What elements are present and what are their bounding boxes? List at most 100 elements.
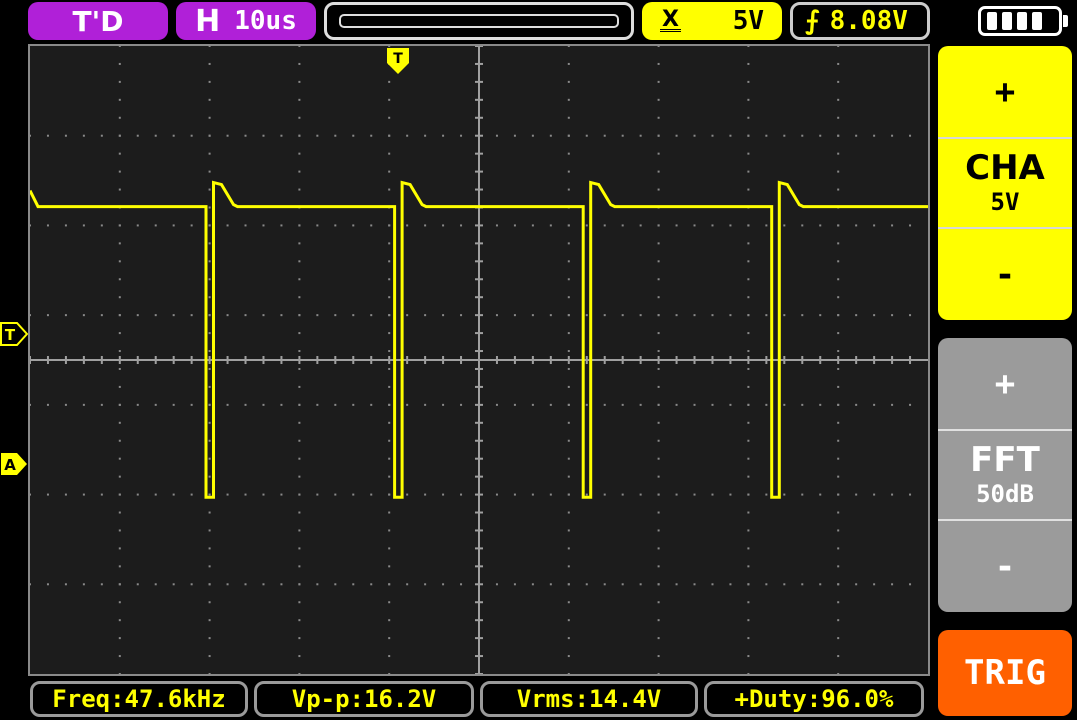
grid-dot	[388, 296, 391, 299]
grid-dot	[460, 403, 463, 406]
grid-dot	[46, 134, 49, 137]
grid-dot	[693, 493, 696, 496]
grid-dot	[837, 314, 840, 317]
grid-dot	[657, 565, 660, 568]
channel-scale-indicator[interactable]: X 5V	[642, 2, 782, 40]
grid-dot	[567, 152, 570, 155]
grid-dot	[208, 332, 211, 335]
grid-dot	[783, 134, 786, 137]
grid-dot	[226, 403, 229, 406]
grid-dot	[118, 332, 121, 335]
grid-dot	[837, 260, 840, 263]
trig-button-label: TRIG	[964, 653, 1046, 693]
grid-dot	[298, 62, 301, 65]
grid-dot	[190, 583, 193, 586]
grid-dot	[837, 152, 840, 155]
channel-a-label-block[interactable]: CHA 5V	[938, 137, 1072, 229]
grid-dot	[352, 314, 355, 317]
duty-measurement[interactable]: +Duty:96.0%	[704, 681, 924, 717]
grid-dot	[567, 134, 570, 137]
grid-dot	[64, 493, 67, 496]
channel-scale-up-button[interactable]: +	[938, 46, 1072, 137]
trigger-mode-indicator[interactable]: T'D	[28, 2, 168, 40]
frequency-value: Freq:47.6kHz	[52, 685, 226, 713]
grid-dot	[621, 314, 624, 317]
grid-dot	[585, 493, 588, 496]
grid-dot	[747, 134, 750, 137]
grid-dot	[837, 80, 840, 83]
duty-value: +Duty:96.0%	[734, 685, 894, 713]
grid-dot	[298, 80, 301, 83]
grid-dot	[118, 98, 121, 101]
grid-dot	[370, 134, 373, 137]
grid-dot	[675, 403, 678, 406]
timebase-indicator[interactable]: H 10us	[176, 2, 316, 40]
grid-dot	[567, 170, 570, 173]
channel-coupling-icon: X	[660, 6, 681, 32]
grid-dot	[729, 583, 732, 586]
grid-dot	[388, 260, 391, 263]
grid-dot	[460, 224, 463, 227]
trigger-time-marker[interactable]: T	[386, 47, 410, 75]
grid-dot	[280, 314, 283, 317]
grid-dot	[82, 134, 85, 137]
grid-dot	[334, 134, 337, 137]
grid-dot	[118, 421, 121, 424]
grid-dot	[747, 421, 750, 424]
trig-button[interactable]: TRIG	[938, 630, 1072, 716]
grid-dot	[406, 403, 409, 406]
trigger-level-marker[interactable]: T	[0, 321, 29, 347]
grid-dot	[244, 403, 247, 406]
grid-dot	[603, 224, 606, 227]
grid-dot	[657, 547, 660, 550]
grid-dot	[118, 152, 121, 155]
grid-dot	[837, 134, 840, 137]
grid-dot	[657, 188, 660, 191]
memory-position-bar[interactable]	[324, 2, 634, 40]
grid-dot	[64, 403, 67, 406]
frequency-measurement[interactable]: Freq:47.6kHz	[30, 681, 248, 717]
grid-dot	[208, 619, 211, 622]
grid-dot	[837, 547, 840, 550]
grid-dot	[657, 439, 660, 442]
grid-dot	[801, 583, 804, 586]
grid-dot	[388, 637, 391, 640]
grid-dot	[208, 529, 211, 532]
channel-a-marker[interactable]: A	[0, 451, 28, 477]
grid-dot	[837, 637, 840, 640]
grid-dot	[118, 116, 121, 119]
grid-dot	[747, 475, 750, 478]
grid-dot	[352, 583, 355, 586]
fft-scale-down-button[interactable]: -	[938, 521, 1072, 612]
vrms-measurement[interactable]: Vrms:14.4V	[480, 681, 698, 717]
grid-dot	[118, 314, 121, 317]
channel-scale: 5V	[990, 188, 1020, 216]
grid-dot	[765, 403, 768, 406]
grid-dot	[208, 637, 211, 640]
grid-dot	[118, 403, 121, 406]
waveform-display[interactable]	[28, 44, 930, 676]
grid-dot	[298, 188, 301, 191]
center-axes	[30, 46, 928, 674]
grid-dot	[100, 583, 103, 586]
vpp-measurement[interactable]: Vp-p:16.2V	[254, 681, 474, 717]
grid-dot	[621, 583, 624, 586]
grid-dot	[657, 511, 660, 514]
grid-dot	[118, 46, 121, 47]
grid-dot	[208, 583, 211, 586]
grid-dot	[388, 134, 391, 137]
channel-scale-down-button[interactable]: -	[938, 229, 1072, 320]
grid-dot	[621, 224, 624, 227]
grid-dot	[226, 583, 229, 586]
grid-dot	[388, 152, 391, 155]
fft-scale-up-button[interactable]: +	[938, 338, 1072, 429]
fft-label-block[interactable]: FFT 50dB	[938, 429, 1072, 521]
grid-dot	[388, 116, 391, 119]
grid-dot	[298, 367, 301, 370]
grid-dot	[747, 188, 750, 191]
trigger-level-indicator[interactable]: ⨍ 8.08V	[790, 2, 930, 40]
grid-dot	[442, 134, 445, 137]
grid-dot	[747, 332, 750, 335]
grid-dot	[298, 116, 301, 119]
grid-dot	[316, 224, 319, 227]
